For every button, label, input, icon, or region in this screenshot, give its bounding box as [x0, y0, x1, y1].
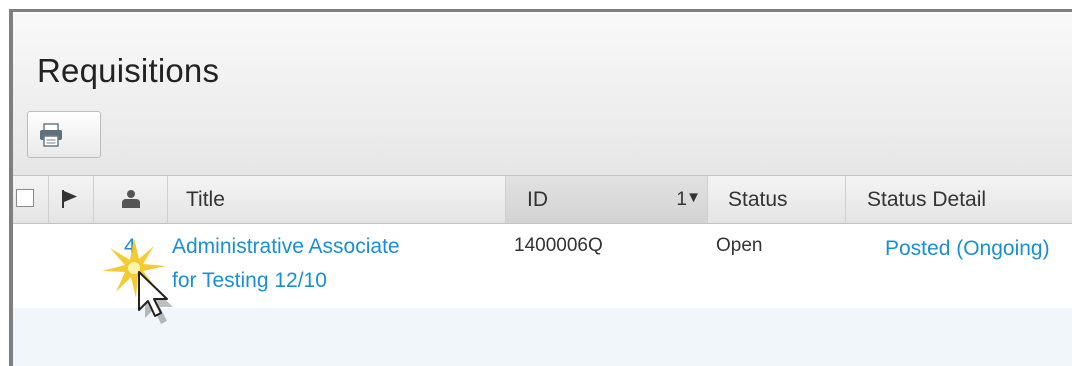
status-detail-column-label: Status Detail	[867, 188, 987, 211]
requisition-title-link-line1[interactable]: Administrative Associate	[172, 230, 400, 264]
panel-header: Requisitions	[13, 12, 1072, 175]
title-column-label: Title	[186, 188, 225, 211]
flag-icon	[62, 190, 77, 208]
select-all-checkbox[interactable]	[16, 189, 34, 207]
flag-column-header[interactable]	[49, 176, 94, 223]
status-column-header[interactable]: Status	[708, 176, 846, 223]
id-column-label: ID	[527, 188, 548, 211]
status-column-label: Status	[728, 188, 788, 211]
select-all-column	[13, 176, 49, 223]
mouse-pointer-icon	[138, 271, 173, 324]
requisition-title-link-line2[interactable]: for Testing 12/10	[172, 264, 327, 298]
printer-icon	[40, 123, 62, 147]
title-column-header[interactable]: Title	[168, 176, 506, 223]
requisition-status: Open	[716, 235, 763, 256]
sort-descending-icon: ▼	[686, 189, 701, 206]
print-button[interactable]	[27, 111, 101, 158]
page-title: Requisitions	[37, 52, 220, 89]
id-column-header[interactable]: ID 1 ▼	[506, 176, 708, 223]
candidates-column-header[interactable]	[94, 176, 168, 223]
person-icon	[122, 190, 140, 208]
table-header: Title ID 1 ▼ Status Status Detail	[13, 175, 1072, 224]
status-detail-column-header[interactable]: Status Detail	[846, 176, 1072, 223]
status-detail-link[interactable]: Posted (Ongoing)	[885, 232, 1050, 266]
requisition-id: 1400006Q	[514, 235, 603, 256]
